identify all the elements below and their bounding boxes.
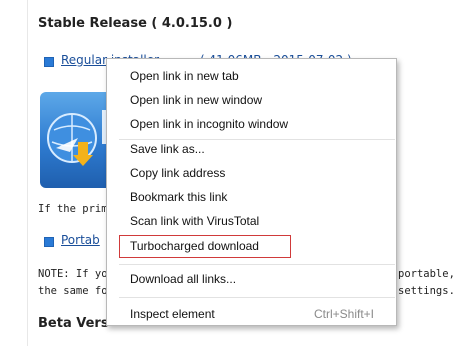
- menu-item-inspect-shortcut: Ctrl+Shift+I: [313, 307, 374, 321]
- note-text-line1-end: portable, c: [398, 268, 457, 280]
- bullet-icon: [44, 57, 54, 67]
- menu-item-open-new-window[interactable]: Open link in new window: [107, 88, 396, 112]
- menu-separator: [119, 297, 395, 298]
- note-text-line1-start: NOTE: If yo: [38, 268, 108, 280]
- bullet-icon: [44, 237, 54, 247]
- menu-item-bookmark-link[interactable]: Bookmark this link: [107, 185, 396, 209]
- portable-link[interactable]: Portab: [61, 233, 100, 247]
- menu-item-open-incognito[interactable]: Open link in incognito window: [107, 112, 396, 136]
- stable-release-heading: Stable Release ( 4.0.15.0 ): [38, 16, 233, 31]
- content-border: [27, 0, 28, 346]
- menu-item-scan-virustotal[interactable]: Scan link with VirusTotal: [107, 209, 396, 233]
- beta-version-heading: Beta Vers: [38, 316, 109, 331]
- context-menu: Open link in new tab Open link in new wi…: [106, 58, 397, 326]
- menu-item-inspect-element[interactable]: Inspect element Ctrl+Shift+I: [107, 302, 396, 326]
- note-text-line2-end: settings.: [398, 285, 455, 297]
- note-text-line2-start: the same fo: [38, 285, 108, 297]
- menu-item-save-link-as[interactable]: Save link as...: [107, 137, 396, 161]
- menu-item-copy-link-address[interactable]: Copy link address: [107, 161, 396, 185]
- menu-item-inspect-label: Inspect element: [130, 307, 215, 321]
- primary-note-text: If the prima: [38, 203, 114, 215]
- browser-page: Stable Release ( 4.0.15.0 ) Regular inst…: [0, 0, 457, 346]
- menu-item-turbocharged-download[interactable]: Turbocharged download: [107, 234, 396, 258]
- menu-item-open-new-tab[interactable]: Open link in new tab: [107, 64, 396, 88]
- menu-item-download-all-links[interactable]: Download all links...: [107, 267, 396, 291]
- menu-separator: [119, 264, 395, 265]
